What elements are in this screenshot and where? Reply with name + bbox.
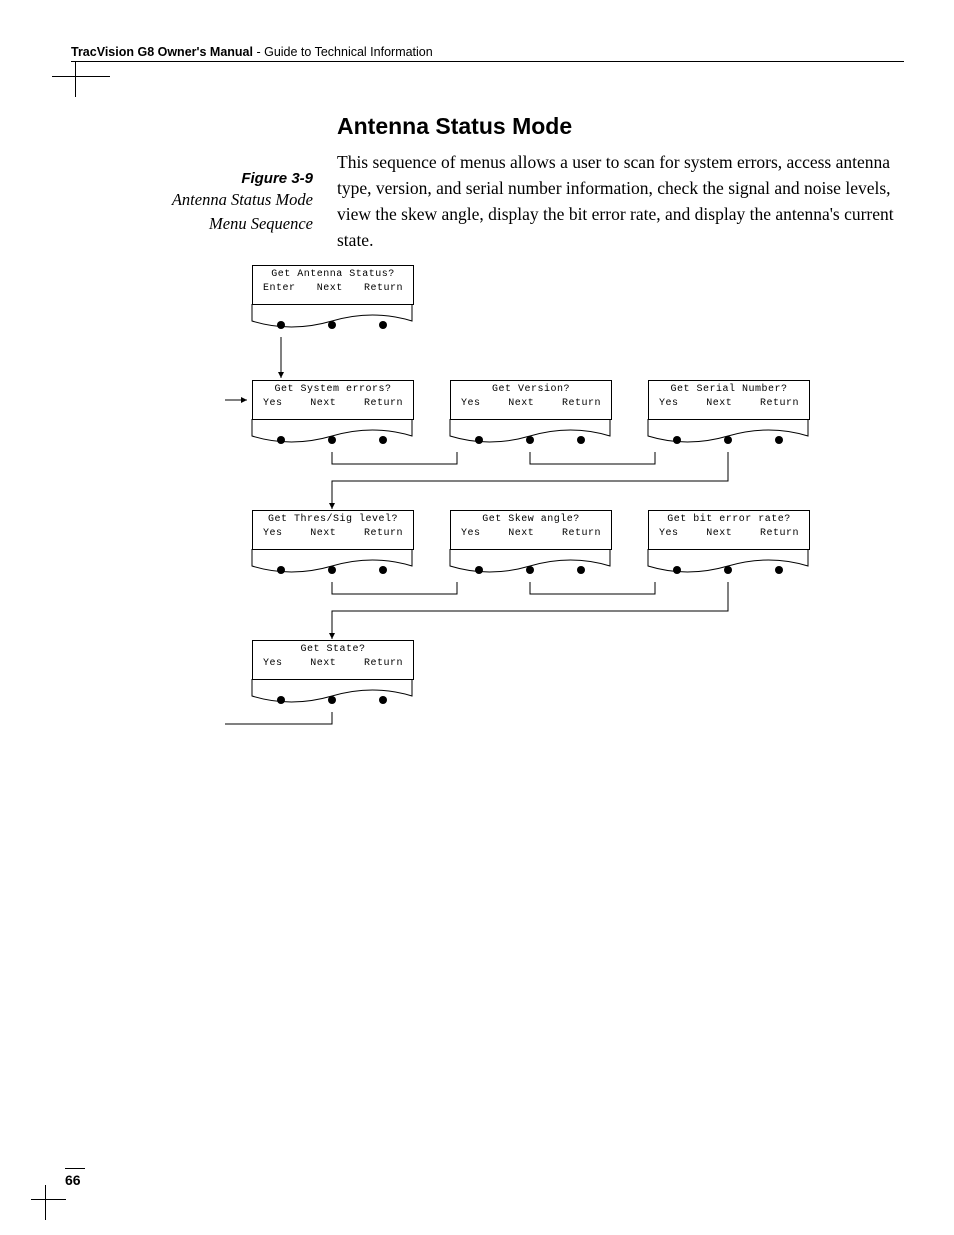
crop-mark-icon bbox=[31, 1185, 66, 1220]
figure-caption: Figure 3-9 Antenna Status Mode Menu Sequ… bbox=[70, 170, 313, 235]
knob-icon bbox=[673, 436, 681, 444]
btn-next: Next bbox=[706, 398, 732, 409]
btn-yes: Yes bbox=[263, 528, 283, 539]
panel-face bbox=[647, 548, 809, 582]
figure-title-line2: Menu Sequence bbox=[70, 213, 313, 235]
menu-title: Get Thres/Sig level? bbox=[253, 514, 413, 525]
knob-icon bbox=[379, 321, 387, 329]
knob-icon bbox=[475, 436, 483, 444]
btn-next: Next bbox=[310, 398, 336, 409]
btn-next: Next bbox=[317, 283, 343, 294]
menu-title: Get Skew angle? bbox=[451, 514, 611, 525]
menu-antenna-status: Get Antenna Status? Enter Next Return bbox=[252, 265, 414, 305]
menu-title: Get State? bbox=[253, 644, 413, 655]
knob-icon bbox=[277, 566, 285, 574]
btn-yes: Yes bbox=[461, 398, 481, 409]
menu-version: Get Version? Yes Next Return bbox=[450, 380, 612, 420]
panel-face bbox=[449, 548, 611, 582]
btn-yes: Yes bbox=[659, 398, 679, 409]
header-manual-name: TracVision G8 Owner's Manual bbox=[71, 45, 253, 59]
btn-return: Return bbox=[364, 398, 403, 409]
knob-icon bbox=[328, 566, 336, 574]
menu-serial-number: Get Serial Number? Yes Next Return bbox=[648, 380, 810, 420]
menu-sequence-diagram: Get Antenna Status? Enter Next Return Ge… bbox=[225, 265, 915, 745]
btn-next: Next bbox=[310, 658, 336, 669]
btn-return: Return bbox=[760, 528, 799, 539]
btn-next: Next bbox=[310, 528, 336, 539]
knob-icon bbox=[277, 436, 285, 444]
knob-icon bbox=[775, 436, 783, 444]
btn-next: Next bbox=[508, 398, 534, 409]
knob-icon bbox=[577, 566, 585, 574]
btn-return: Return bbox=[364, 528, 403, 539]
panel-face bbox=[251, 678, 413, 712]
knob-icon bbox=[475, 566, 483, 574]
menu-state: Get State? Yes Next Return bbox=[252, 640, 414, 680]
page-header: TracVision G8 Owner's Manual - Guide to … bbox=[71, 43, 904, 62]
menu-title: Get Version? bbox=[451, 384, 611, 395]
btn-return: Return bbox=[760, 398, 799, 409]
menu-title: Get System errors? bbox=[253, 384, 413, 395]
panel-face bbox=[251, 418, 413, 452]
knob-icon bbox=[328, 321, 336, 329]
menu-title: Get Antenna Status? bbox=[253, 269, 413, 280]
knob-icon bbox=[277, 696, 285, 704]
knob-icon bbox=[775, 566, 783, 574]
btn-yes: Yes bbox=[263, 398, 283, 409]
knob-icon bbox=[277, 321, 285, 329]
header-sep: - bbox=[253, 45, 264, 59]
panel-face bbox=[647, 418, 809, 452]
btn-return: Return bbox=[364, 283, 403, 294]
btn-yes: Yes bbox=[659, 528, 679, 539]
knob-icon bbox=[526, 436, 534, 444]
knob-icon bbox=[328, 436, 336, 444]
crop-mark-icon bbox=[52, 62, 110, 97]
panel-face bbox=[251, 303, 413, 337]
figure-number: Figure 3-9 bbox=[70, 170, 313, 187]
section-body: This sequence of menus allows a user to … bbox=[337, 149, 907, 253]
figure-title-line1: Antenna Status Mode bbox=[70, 189, 313, 211]
btn-yes: Yes bbox=[263, 658, 283, 669]
btn-return: Return bbox=[562, 398, 601, 409]
menu-title: Get Serial Number? bbox=[649, 384, 809, 395]
menu-system-errors: Get System errors? Yes Next Return bbox=[252, 380, 414, 420]
page-number: 66 bbox=[65, 1168, 85, 1188]
panel-face bbox=[449, 418, 611, 452]
knob-icon bbox=[673, 566, 681, 574]
knob-icon bbox=[724, 566, 732, 574]
knob-icon bbox=[724, 436, 732, 444]
knob-icon bbox=[379, 696, 387, 704]
header-section: Guide to Technical Information bbox=[264, 45, 433, 59]
btn-next: Next bbox=[706, 528, 732, 539]
btn-return: Return bbox=[364, 658, 403, 669]
menu-title: Get bit error rate? bbox=[649, 514, 809, 525]
knob-icon bbox=[577, 436, 585, 444]
btn-yes: Yes bbox=[461, 528, 481, 539]
knob-icon bbox=[328, 696, 336, 704]
btn-next: Next bbox=[508, 528, 534, 539]
btn-enter: Enter bbox=[263, 283, 296, 294]
btn-return: Return bbox=[562, 528, 601, 539]
section-heading: Antenna Status Mode bbox=[337, 113, 572, 140]
knob-icon bbox=[379, 436, 387, 444]
menu-bit-error-rate: Get bit error rate? Yes Next Return bbox=[648, 510, 810, 550]
knob-icon bbox=[526, 566, 534, 574]
panel-face bbox=[251, 548, 413, 582]
menu-thres-sig-level: Get Thres/Sig level? Yes Next Return bbox=[252, 510, 414, 550]
menu-skew-angle: Get Skew angle? Yes Next Return bbox=[450, 510, 612, 550]
knob-icon bbox=[379, 566, 387, 574]
